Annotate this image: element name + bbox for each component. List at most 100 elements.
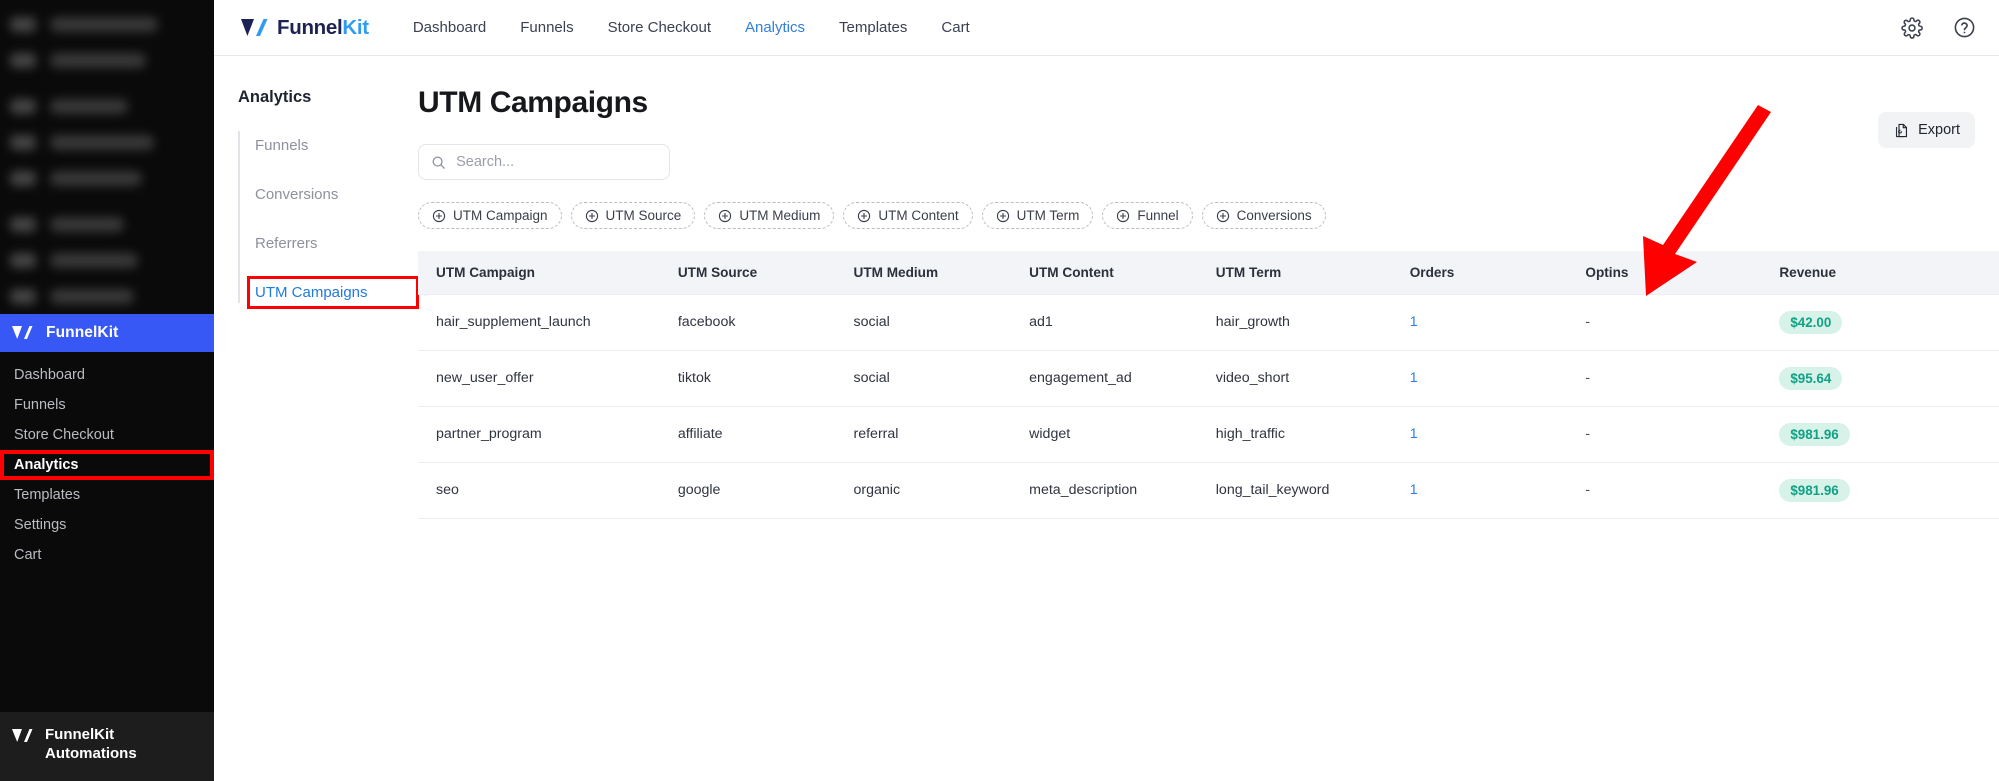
filter-chip-utm-content[interactable]: UTM Content bbox=[843, 202, 973, 229]
sidebar-item-cart[interactable]: Cart bbox=[0, 540, 214, 570]
blurred-menu-icon bbox=[10, 98, 36, 114]
topbar-actions bbox=[1899, 15, 1977, 41]
filter-chip-label: UTM Term bbox=[1016, 208, 1080, 223]
filter-chip-funnel[interactable]: Funnel bbox=[1102, 202, 1193, 229]
utm-campaigns-table-wrapper: UTM Campaign UTM Source UTM Medium UTM Cont… bbox=[418, 251, 1999, 519]
table-header-utm-content[interactable]: UTM Content bbox=[1029, 251, 1216, 294]
blurred-menu-icon bbox=[10, 52, 36, 68]
cell-utm-campaign: hair_supplement_launch bbox=[418, 293, 678, 351]
subnav-divider bbox=[238, 131, 240, 303]
sidebar-footer-line2: Automations bbox=[45, 744, 137, 762]
table-row: new_user_offer tiktok social engagement_ad v… bbox=[418, 350, 1999, 407]
revenue-badge: $981.96 bbox=[1779, 478, 1850, 502]
topnav-item-dashboard[interactable]: Dashboard bbox=[413, 19, 486, 36]
table-header-optins[interactable]: Optins bbox=[1585, 251, 1780, 294]
export-button-label: Export bbox=[1918, 122, 1960, 138]
table-header-utm-source[interactable]: UTM Source bbox=[677, 251, 854, 294]
sidebar-item-store-checkout[interactable]: Store Checkout bbox=[0, 420, 214, 450]
menu-separator bbox=[0, 196, 214, 206]
table-row: hair_supplement_launch facebook social ad1 h… bbox=[418, 293, 1999, 351]
cell-utm-campaign: partner_program bbox=[418, 406, 678, 463]
blurred-menu-icon bbox=[10, 134, 36, 150]
sidebar-footer-label: FunnelKit Automations bbox=[45, 726, 137, 763]
topnav-item-templates[interactable]: Templates bbox=[839, 19, 907, 36]
blurred-menu-label bbox=[50, 252, 138, 268]
app-logo[interactable]: FunnelKit bbox=[240, 16, 369, 40]
sidebar-item-templates[interactable]: Templates bbox=[0, 480, 214, 510]
topnav-item-funnels[interactable]: Funnels bbox=[520, 19, 573, 36]
cell-orders[interactable]: 1 bbox=[1409, 462, 1586, 519]
topnav-item-analytics[interactable]: Analytics bbox=[745, 19, 805, 36]
topnav-item-cart[interactable]: Cart bbox=[941, 19, 969, 36]
table-header-orders[interactable]: Orders bbox=[1409, 251, 1586, 294]
filter-chip-utm-source[interactable]: UTM Source bbox=[570, 202, 696, 229]
cell-utm-medium: organic bbox=[853, 462, 1030, 519]
blurred-menu-icon bbox=[10, 16, 36, 32]
sidebar-item-dashboard[interactable]: Dashboard bbox=[0, 360, 214, 390]
sidebar-item-settings[interactable]: Settings bbox=[0, 510, 214, 540]
filter-chip-conversions[interactable]: Conversions bbox=[1201, 202, 1326, 229]
search-icon bbox=[432, 156, 445, 169]
export-button[interactable]: Export bbox=[1878, 112, 1975, 148]
table-head: UTM Campaign UTM Source UTM Medium UTM Cont… bbox=[418, 251, 1999, 294]
sidebar-footer-line1: FunnelKit bbox=[45, 726, 115, 744]
export-document-icon bbox=[1896, 123, 1908, 137]
revenue-badge: $95.64 bbox=[1779, 366, 1843, 390]
cell-orders[interactable]: 1 bbox=[1409, 350, 1586, 407]
blurred-menu-label bbox=[50, 52, 146, 68]
table-row: partner_program affiliate referral widget hi… bbox=[418, 406, 1999, 463]
cell-utm-content: ad1 bbox=[1029, 293, 1216, 351]
cell-revenue: $981.96 bbox=[1779, 462, 1999, 519]
wp-admin-sidebar: FunnelKit Dashboard Funnels Store Checkout… bbox=[0, 0, 214, 781]
cell-utm-medium: referral bbox=[853, 406, 1030, 463]
plus-circle-icon bbox=[719, 209, 732, 222]
orders-link[interactable]: 1 bbox=[1410, 482, 1418, 498]
orders-link[interactable]: 1 bbox=[1410, 370, 1418, 386]
table-header-utm-campaign[interactable]: UTM Campaign bbox=[418, 251, 678, 294]
app-topbar: FunnelKit Dashboard Funnels Store Checkout… bbox=[214, 0, 1999, 56]
cell-orders[interactable]: 1 bbox=[1409, 406, 1586, 463]
funnelkit-logo-icon bbox=[241, 18, 268, 36]
sidebar-item-analytics[interactable]: Analytics bbox=[0, 450, 214, 480]
cell-optins: - bbox=[1585, 350, 1780, 407]
blurred-menu-icon bbox=[10, 288, 36, 304]
cell-utm-source: affiliate bbox=[677, 406, 854, 463]
funnelkit-logo-icon bbox=[12, 729, 33, 743]
utm-campaigns-table: UTM Campaign UTM Source UTM Medium UTM Cont… bbox=[418, 251, 1999, 519]
cell-utm-term: high_traffic bbox=[1215, 406, 1410, 463]
sidebar-brand-funnelkit[interactable]: FunnelKit bbox=[0, 314, 214, 352]
cell-orders[interactable]: 1 bbox=[1409, 293, 1586, 351]
subnav-item-referrers[interactable]: Referrers bbox=[255, 227, 400, 260]
search-box[interactable] bbox=[418, 144, 670, 180]
cell-utm-source: google bbox=[677, 462, 854, 519]
content-body: Analytics Funnels Conversions Referrers UTM… bbox=[214, 56, 1999, 781]
sidebar-item-funnelkit-automations[interactable]: FunnelKit Automations bbox=[0, 712, 214, 781]
help-button[interactable] bbox=[1951, 15, 1977, 41]
topnav-item-store-checkout[interactable]: Store Checkout bbox=[608, 19, 711, 36]
cell-utm-term: hair_growth bbox=[1215, 293, 1410, 351]
optins-value: - bbox=[1585, 426, 1591, 442]
subnav-item-funnels[interactable]: Funnels bbox=[255, 129, 400, 162]
question-mark-circle-icon bbox=[1954, 17, 1974, 38]
orders-link[interactable]: 1 bbox=[1410, 426, 1418, 442]
sidebar-item-funnels[interactable]: Funnels bbox=[0, 390, 214, 420]
orders-link[interactable]: 1 bbox=[1410, 314, 1418, 330]
table-header-utm-medium[interactable]: UTM Medium bbox=[853, 251, 1030, 294]
blurred-menu-item bbox=[0, 160, 214, 196]
blurred-menu-item bbox=[0, 88, 214, 124]
filter-chip-utm-term[interactable]: UTM Term bbox=[981, 202, 1094, 229]
filter-chip-utm-campaign[interactable]: UTM Campaign bbox=[418, 202, 562, 229]
settings-button[interactable] bbox=[1899, 15, 1925, 41]
table-header-utm-term[interactable]: UTM Term bbox=[1215, 251, 1410, 294]
table-header-revenue[interactable]: Revenue bbox=[1779, 251, 1999, 294]
plus-circle-icon bbox=[1216, 209, 1229, 222]
filter-chip-utm-medium[interactable]: UTM Medium bbox=[704, 202, 835, 229]
subnav-item-conversions[interactable]: Conversions bbox=[255, 178, 400, 211]
optins-value: - bbox=[1585, 482, 1591, 498]
search-input[interactable] bbox=[456, 154, 657, 170]
filter-chip-label: Funnel bbox=[1137, 208, 1179, 223]
cell-utm-source: tiktok bbox=[677, 350, 854, 407]
cell-utm-source: facebook bbox=[677, 293, 854, 351]
cell-utm-campaign: new_user_offer bbox=[418, 350, 678, 407]
subnav-item-utm-campaigns[interactable]: UTM Campaigns bbox=[247, 276, 419, 309]
